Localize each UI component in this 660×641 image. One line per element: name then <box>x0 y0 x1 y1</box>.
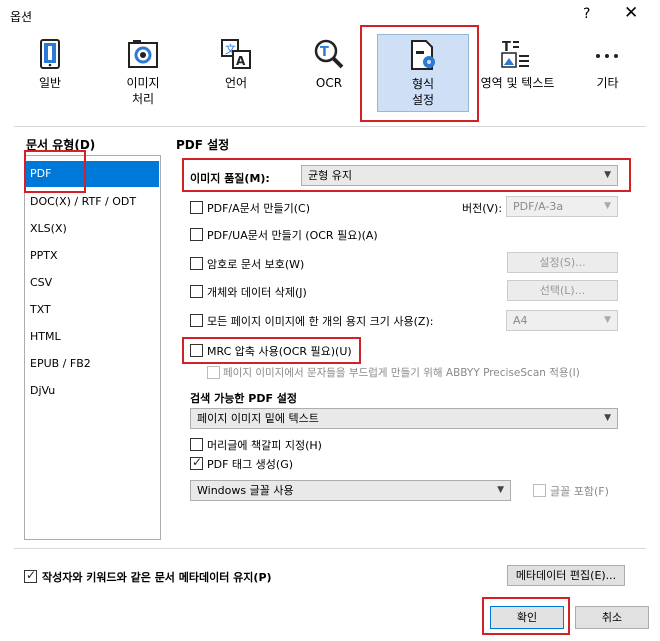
pdf-tags-label: PDF 태그 생성(G) <box>207 458 294 471</box>
tab-image[interactable]: 이미지 처리 <box>99 34 187 114</box>
pdfua-label: PDF/UA문서 만들기 (OCR 필요)(A) <box>207 229 378 242</box>
embed-fonts-label: 글꼴 포함(F) <box>550 485 609 498</box>
list-item[interactable]: XLS(X) <box>26 216 159 242</box>
tab-general-label: 일반 <box>38 76 62 90</box>
chevron-down-icon: ▼ <box>497 485 504 495</box>
searchable-pdf-select[interactable]: 페이지 이미지 밑에 텍스트 ▼ <box>190 408 618 429</box>
password-checkbox[interactable] <box>190 257 203 270</box>
tab-general[interactable]: 일반 <box>6 34 94 114</box>
searchable-pdf-value: 페이지 이미지 밑에 텍스트 <box>197 412 319 425</box>
pdf-tags-checkbox[interactable] <box>190 455 203 470</box>
ok-button[interactable]: 확인 <box>490 606 564 629</box>
list-item[interactable]: HTML <box>26 324 159 350</box>
chevron-down-icon: ▼ <box>604 201 611 211</box>
chevron-down-icon: ▼ <box>604 315 611 325</box>
svg-text:A: A <box>236 54 246 68</box>
list-item[interactable]: CSV <box>26 270 159 296</box>
keep-metadata-checkbox[interactable] <box>24 568 37 583</box>
phone-settings-icon <box>40 39 60 69</box>
password-label: 암호로 문서 보호(W) <box>207 258 305 271</box>
ocr-magnifier-icon: T <box>314 39 344 69</box>
precisescan-label: 페이지 이미지에서 문자들을 부드럽게 만들기 위해 ABBYY Precise… <box>223 367 580 379</box>
font-select[interactable]: Windows 글꼴 사용 ▼ <box>190 480 511 501</box>
tab-language[interactable]: 文 A 언어 <box>192 34 280 114</box>
tab-area-label: 영역 및 텍스트 <box>480 76 555 90</box>
tab-ocr-label: OCR <box>315 76 343 90</box>
precisescan-checkbox[interactable] <box>207 366 220 379</box>
image-quality-select[interactable]: 균형 유지 ▼ <box>301 165 618 186</box>
list-item[interactable]: TXT <box>26 297 159 323</box>
delete-objects-label: 개체와 데이터 삭제(J) <box>207 286 307 299</box>
page-size-checkbox[interactable] <box>190 314 203 327</box>
page-size-label: 모든 페이지 이미지에 한 개의 용지 크기 사용(Z): <box>207 315 434 328</box>
pdfa-checkbox[interactable] <box>190 201 203 214</box>
tab-other-label: 기타 <box>596 76 619 90</box>
svg-text:T: T <box>320 45 329 60</box>
chevron-down-icon: ▼ <box>604 170 611 180</box>
tab-ocr[interactable]: T OCR <box>285 34 373 114</box>
list-item[interactable]: PDF <box>26 161 159 187</box>
embed-fonts-checkbox[interactable] <box>533 484 546 497</box>
tab-language-label: 언어 <box>224 76 248 90</box>
mrc-checkbox[interactable] <box>190 344 203 357</box>
version-value: PDF/A-3a <box>513 200 564 213</box>
page-size-value: A4 <box>513 314 528 327</box>
tab-format-label: 형식 설정 <box>411 77 435 107</box>
footer-divider <box>14 548 646 549</box>
page-size-select[interactable]: A4 ▼ <box>506 310 618 331</box>
pdf-settings-title: PDF 설정 <box>176 138 230 152</box>
keep-metadata-label: 작성자와 키워드와 같은 문서 메타데이터 유지(P) <box>42 571 272 584</box>
list-item[interactable]: EPUB / FB2 <box>26 351 159 377</box>
delete-select-button[interactable]: 선택(L)... <box>507 280 618 301</box>
bookmarks-label: 머리글에 책갈피 지정(H) <box>207 439 322 452</box>
searchable-pdf-title: 검색 가능한 PDF 설정 <box>190 392 298 405</box>
version-select[interactable]: PDF/A-3a ▼ <box>506 196 618 217</box>
chevron-down-icon: ▼ <box>604 413 611 423</box>
tab-format[interactable]: 형식 설정 <box>377 34 469 112</box>
doctype-title: 문서 유형(D) <box>26 138 96 152</box>
pdfua-checkbox[interactable] <box>190 228 203 241</box>
edit-metadata-button[interactable]: 메타데이터 편집(E)... <box>507 565 625 586</box>
title-bar: 옵션 ? ✕ <box>0 0 660 30</box>
image-quality-value: 균형 유지 <box>308 169 352 182</box>
translate-icon: 文 A <box>221 39 251 69</box>
window-title: 옵션 <box>10 10 33 24</box>
help-button[interactable]: ? <box>583 6 590 22</box>
bookmarks-checkbox[interactable] <box>190 438 203 451</box>
password-settings-button[interactable]: 설정(S)... <box>507 252 618 273</box>
list-item[interactable]: PPTX <box>26 243 159 269</box>
list-item[interactable]: DjVu <box>26 378 159 404</box>
camera-icon <box>128 40 158 68</box>
tab-other[interactable]: 기타 <box>565 34 650 114</box>
cancel-button[interactable]: 취소 <box>575 606 649 629</box>
more-dots-icon <box>596 54 618 58</box>
version-label: 버전(V): <box>462 202 503 215</box>
mrc-label: MRC 압축 사용(OCR 필요)(U) <box>207 345 352 358</box>
font-value: Windows 글꼴 사용 <box>197 484 294 497</box>
doctype-list[interactable]: PDF DOC(X) / RTF / ODT XLS(X) PPTX CSV T… <box>24 155 161 540</box>
pdfa-label: PDF/A문서 만들기(C) <box>207 202 311 215</box>
list-item[interactable]: DOC(X) / RTF / ODT <box>26 189 159 215</box>
text-image-icon: T <box>501 40 529 68</box>
tab-image-label: 이미지 처리 <box>126 76 160 106</box>
delete-objects-checkbox[interactable] <box>190 285 203 298</box>
document-gear-icon <box>411 40 435 70</box>
tab-area[interactable]: T 영역 및 텍스트 <box>470 34 565 114</box>
close-button[interactable]: ✕ <box>624 3 638 23</box>
image-quality-label: 이미지 품질(M): <box>190 172 270 185</box>
